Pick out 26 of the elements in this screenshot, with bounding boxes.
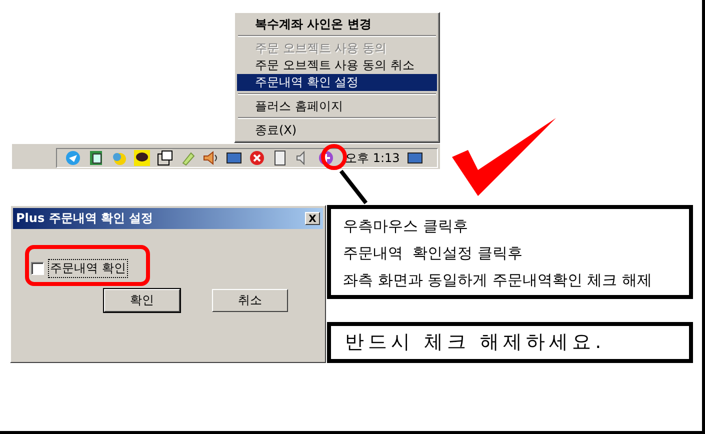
window-icon[interactable] bbox=[157, 150, 173, 166]
error-icon[interactable] bbox=[249, 150, 265, 166]
chat-icon[interactable] bbox=[134, 150, 150, 166]
instruction-text: 우측마우스 클릭후 bbox=[342, 216, 469, 237]
cancel-button[interactable]: 취소 bbox=[212, 289, 288, 312]
close-button[interactable]: X bbox=[305, 212, 320, 225]
menu-item[interactable]: 주문 오브젝트 사용 동의 취소 bbox=[237, 57, 437, 74]
dialog-title: Plus 주문내역 확인 설정 bbox=[16, 210, 154, 227]
ok-button[interactable]: 확인 bbox=[104, 289, 180, 312]
warning-text: 반드시 체크 해제하세요. bbox=[344, 330, 606, 355]
instruction-text: 좌측 화면과 동일하게 주문내역확인 체크 해제 bbox=[342, 270, 653, 291]
menu-item[interactable]: 복수계좌 사인온 변경 bbox=[237, 16, 437, 33]
document-icon[interactable] bbox=[88, 150, 104, 166]
monitor-icon[interactable] bbox=[226, 150, 242, 166]
instruction-text: 주문내역 확인설정 클릭후 bbox=[342, 243, 524, 264]
highlight-circle bbox=[321, 144, 347, 170]
device-icon[interactable] bbox=[272, 150, 288, 166]
speaker-icon[interactable] bbox=[203, 150, 219, 166]
menu-item[interactable]: 플러스 홈페이지 bbox=[237, 98, 437, 115]
checkbox-label[interactable]: 주문내역 확인 bbox=[48, 259, 128, 278]
plus-icon[interactable] bbox=[318, 150, 334, 166]
menu-item[interactable]: 주문내역 확인 설정 bbox=[237, 74, 437, 91]
menu-item[interactable]: 종료(X) bbox=[237, 122, 437, 139]
checkbox[interactable] bbox=[31, 262, 44, 275]
circle-icon[interactable] bbox=[65, 150, 81, 166]
monitor-icon[interactable] bbox=[406, 150, 423, 166]
